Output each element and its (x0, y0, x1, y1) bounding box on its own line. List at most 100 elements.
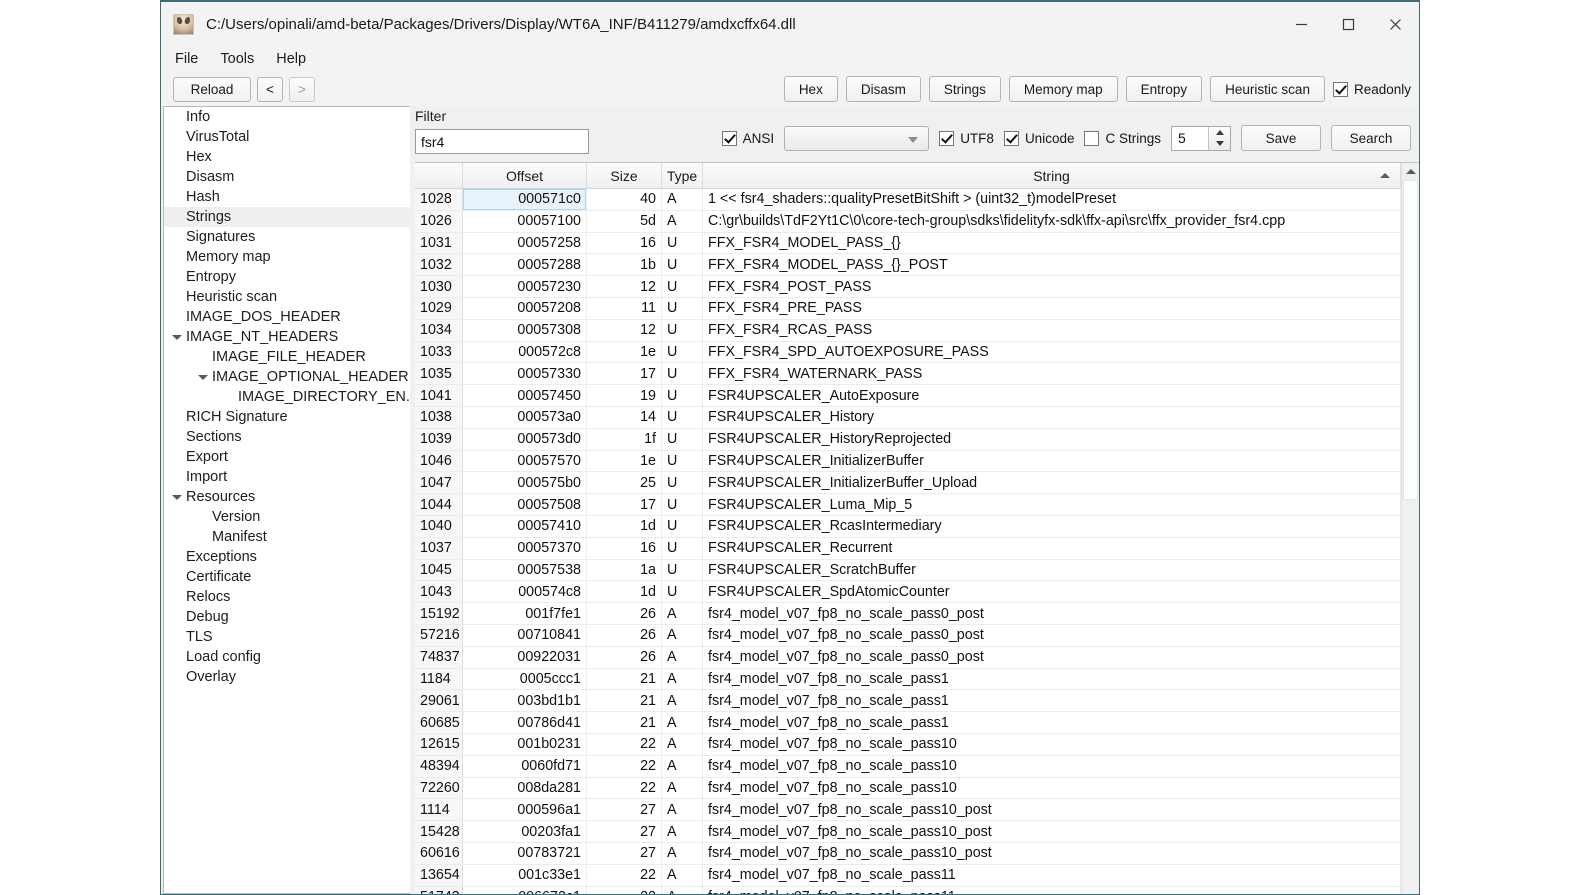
search-button[interactable]: Search (1331, 125, 1411, 151)
sidebar-item-image-optional-header[interactable]: IMAGE_OPTIONAL_HEADER (164, 367, 410, 387)
sidebar-item-strings[interactable]: Strings (164, 207, 410, 227)
table-row[interactable]: 57216 00710841 26 Afsr4_model_v07_fp8_no_sc… (415, 624, 1401, 647)
maximize-icon[interactable] (1325, 2, 1372, 46)
sidebar-item-certificate[interactable]: Certificate (164, 567, 410, 587)
table-body[interactable]: 1028 000571c0 40 A 1 << fsr4_shaders::qualit… (415, 189, 1401, 894)
menu-help[interactable]: Help (276, 51, 306, 67)
column-header-offset[interactable]: Offset (463, 163, 587, 188)
table-row[interactable]: 1114 000596a1 27 Afsr4_model_v07_fp8_no_sca… (415, 799, 1401, 822)
table-row[interactable]: 1043 000574c8 1d U FSR4UPSCALER_SpdAtomicCou… (415, 581, 1401, 604)
tab-hex[interactable]: Hex (783, 76, 838, 102)
table-row[interactable]: 15192 001f7fe1 26 Afsr4_model_v07_fp8_no_sc… (415, 603, 1401, 625)
column-header-index[interactable] (415, 163, 463, 188)
checkbox-box-unicode[interactable] (1003, 130, 1019, 146)
chevron-down-icon[interactable] (168, 327, 186, 347)
column-header-string[interactable]: String (703, 163, 1401, 188)
scrollbar-thumb[interactable] (1403, 180, 1418, 500)
table-row[interactable]: 1028 000571c0 40 A 1 << fsr4_shaders::qualit… (415, 189, 1401, 211)
table-row[interactable]: 1033 000572c8 1e U FFX_FSR4_SPD_AUTOEXPOSURE… (415, 341, 1401, 364)
sidebar-item-version[interactable]: Version (164, 507, 410, 527)
sidebar-item-image-directory-en[interactable]: IMAGE_DIRECTORY_EN... (164, 387, 410, 407)
table-row[interactable]: 1047 000575b0 25 U FSR4UPSCALER_InitializerB… (415, 472, 1401, 495)
checkbox-box-utf8[interactable] (939, 130, 955, 146)
checkbox-box-cstrings[interactable] (1084, 130, 1100, 146)
back-button[interactable]: < (257, 76, 283, 102)
table-row[interactable]: 29061 003bd1b1 21 Afsr4_model_v07_fp8_no_sc… (415, 690, 1401, 713)
table-row[interactable]: 1184 0005ccc1 21 Afsr4_model_v07_fp8_no_sca… (415, 668, 1401, 691)
sidebar-item-sections[interactable]: Sections (164, 427, 410, 447)
close-icon[interactable] (1372, 2, 1419, 46)
filter-input[interactable]: fsr4 (415, 129, 589, 154)
table-row[interactable]: 1035 00057330 17 U FFX_FSR4_WATERNARK_PASS (415, 363, 1401, 386)
sidebar-tree[interactable]: Info VirusTotal Hex Disasm Hash Strings Signat… (163, 106, 410, 894)
table-row[interactable]: 1038 000573a0 14 U FSR4UPSCALER_History (415, 406, 1401, 429)
menu-file[interactable]: File (175, 51, 198, 67)
sidebar-item-export[interactable]: Export (164, 447, 410, 467)
sidebar-item-memory-map[interactable]: Memory map (164, 247, 410, 267)
table-row[interactable]: 1031 00057258 16 U FFX_FSR4_MODEL_PASS_{} (415, 232, 1401, 255)
table-row[interactable]: 15428 00203fa1 27 Afsr4_model_v07_fp8_no_sc… (415, 821, 1401, 843)
checkbox-box-ansi[interactable] (721, 130, 737, 146)
sidebar-item-load-config[interactable]: Load config (164, 647, 410, 667)
chevron-down-icon[interactable] (1215, 141, 1224, 147)
readonly-checkbox[interactable]: Readonly (1332, 81, 1411, 97)
table-row[interactable]: 60616 00783721 27 Afsr4_model_v07_fp8_no_sc… (415, 842, 1401, 865)
sidebar-item-hex[interactable]: Hex (164, 147, 410, 167)
tab-heuristic-scan[interactable]: Heuristic scan (1210, 76, 1325, 102)
sidebar-item-image-dos-header[interactable]: IMAGE_DOS_HEADER (164, 307, 410, 327)
save-button[interactable]: Save (1241, 125, 1321, 151)
table-row[interactable]: 48394 0060fd71 22 Afsr4_model_v07_fp8_no_sc… (415, 755, 1401, 778)
scroll-up-icon[interactable] (1402, 163, 1419, 180)
checkbox-box-readonly[interactable] (1332, 81, 1348, 97)
sidebar-item-entropy[interactable]: Entropy (164, 267, 410, 287)
menu-tools[interactable]: Tools (220, 51, 254, 67)
table-row[interactable]: 13654 001c33e1 22 Afsr4_model_v07_fp8_no_sc… (415, 864, 1401, 887)
cstrings-checkbox[interactable]: C Strings (1084, 130, 1161, 146)
codepage-select[interactable] (784, 125, 930, 151)
table-row[interactable]: 1037 00057370 16 U FSR4UPSCALER_Recurrent (415, 537, 1401, 560)
table-row[interactable]: 74837 00922031 26 Afsr4_model_v07_fp8_no_sc… (415, 646, 1401, 669)
sidebar-item-rich-signature[interactable]: RICH Signature (164, 407, 410, 427)
table-row[interactable]: 12615 001b0231 22 Afsr4_model_v07_fp8_no_sc… (415, 733, 1401, 756)
minimize-icon[interactable] (1278, 2, 1325, 46)
table-row[interactable]: 1032 00057288 1b U FFX_FSR4_MODEL_PASS_{}_PO… (415, 254, 1401, 277)
sidebar-item-debug[interactable]: Debug (164, 607, 410, 627)
forward-button[interactable]: > (289, 76, 315, 102)
sidebar-item-virustotal[interactable]: VirusTotal (164, 127, 410, 147)
sidebar-item-relocs[interactable]: Relocs (164, 587, 410, 607)
table-row[interactable]: 1044 00057508 17 U FSR4UPSCALER_Luma_Mip_5 (415, 494, 1401, 516)
reload-button[interactable]: Reload (173, 76, 251, 102)
stepper-arrows[interactable] (1208, 126, 1230, 150)
sidebar-item-heuristic-scan[interactable]: Heuristic scan (164, 287, 410, 307)
utf8-checkbox[interactable]: UTF8 (939, 130, 994, 146)
tab-strings[interactable]: Strings (928, 76, 1001, 102)
table-row[interactable]: 1046 00057570 1e U FSR4UPSCALER_InitializerB… (415, 450, 1401, 473)
table-row[interactable]: 1026 00057100 5d A C:\gr\builds\TdF2Yt1C\0\c… (415, 210, 1401, 233)
sidebar-item-exceptions[interactable]: Exceptions (164, 547, 410, 567)
tab-memory-map[interactable]: Memory map (1008, 76, 1118, 102)
tab-entropy[interactable]: Entropy (1125, 76, 1203, 102)
chevron-up-icon[interactable] (1215, 129, 1224, 135)
sidebar-item-tls[interactable]: TLS (164, 627, 410, 647)
column-header-size[interactable]: Size (587, 163, 662, 188)
table-row[interactable]: 1039 000573d0 1f U FSR4UPSCALER_HistoryRepro… (415, 428, 1401, 451)
sidebar-item-image-nt-headers[interactable]: IMAGE_NT_HEADERS (164, 327, 410, 347)
table-row[interactable]: 51743006672c122Afsr4_model_v07_fp8_no_sc… (415, 886, 1401, 894)
table-row[interactable]: 60685 00786d41 21 Afsr4_model_v07_fp8_no_sc… (415, 712, 1401, 734)
unicode-checkbox[interactable]: Unicode (1003, 130, 1074, 146)
ansi-checkbox[interactable]: ANSI (721, 130, 774, 146)
vertical-scrollbar[interactable] (1401, 163, 1419, 894)
table-row[interactable]: 1041 00057450 19 U FSR4UPSCALER_AutoExposure (415, 385, 1401, 407)
sidebar-item-import[interactable]: Import (164, 467, 410, 487)
tab-disasm[interactable]: Disasm (845, 76, 921, 102)
min-length-value[interactable]: 5 (1172, 127, 1208, 150)
chevron-down-icon[interactable] (194, 367, 212, 387)
sidebar-item-hash[interactable]: Hash (164, 187, 410, 207)
table-row[interactable]: 1040 00057410 1d U FSR4UPSCALER_RcasIntermed… (415, 515, 1401, 538)
table-row[interactable]: 1045 00057538 1a U FSR4UPSCALER_ScratchBuffe… (415, 559, 1401, 582)
table-row[interactable]: 1034 00057308 12 U FFX_FSR4_RCAS_PASS (415, 319, 1401, 342)
sidebar-item-overlay[interactable]: Overlay (164, 667, 410, 687)
chevron-down-icon[interactable] (168, 487, 186, 507)
table-row[interactable]: 1030 00057230 12 U FFX_FSR4_POST_PASS (415, 276, 1401, 298)
sidebar-item-info[interactable]: Info (164, 107, 410, 127)
